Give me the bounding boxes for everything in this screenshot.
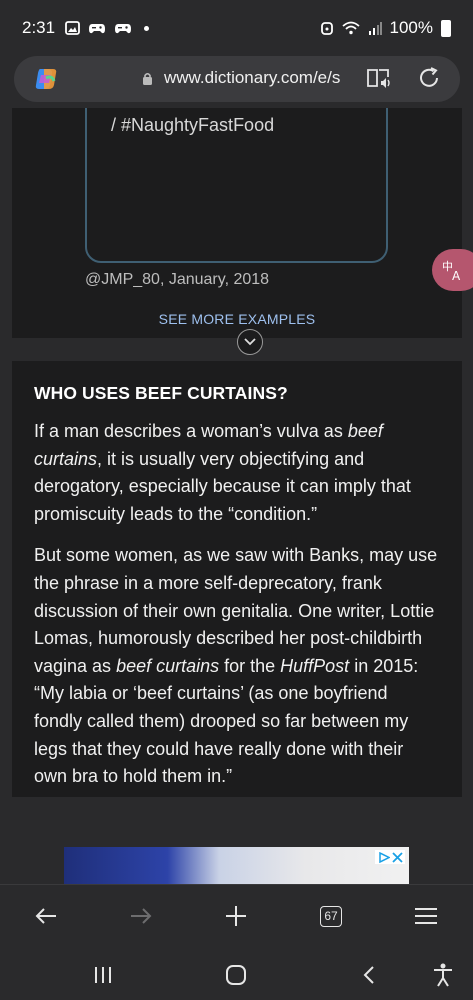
lock-icon (143, 72, 152, 85)
battery-percent: 100% (389, 18, 433, 37)
status-right: 100% (320, 18, 451, 38)
close-icon (391, 851, 403, 863)
copilot-icon[interactable] (32, 65, 60, 93)
back-icon (35, 908, 56, 924)
url-text[interactable]: www.dictionary.com/e/s (164, 68, 360, 88)
recent-apps-button[interactable] (90, 962, 116, 988)
battery-icon (441, 19, 451, 37)
translate-icon: 中A (442, 260, 461, 281)
menu-button[interactable] (411, 901, 441, 931)
adchoices-icon (378, 851, 390, 863)
tabs-button[interactable]: 67 (316, 901, 346, 931)
new-tab-icon (226, 906, 246, 926)
accessibility-icon (434, 963, 452, 987)
back-button[interactable] (31, 901, 61, 931)
accessibility-button[interactable] (430, 962, 456, 988)
browser-address-area: www.dictionary.com/e/s (0, 56, 473, 108)
back-icon (363, 966, 374, 984)
recent-apps-icon (95, 967, 111, 983)
reload-icon[interactable] (416, 65, 442, 91)
menu-icon (415, 908, 437, 924)
forward-button[interactable] (126, 901, 156, 931)
game-controller-icon (115, 24, 132, 34)
who-uses-section: WHO USES BEEF CURTAINS? If a man describ… (12, 361, 462, 797)
see-more-examples-link[interactable]: SEE MORE EXAMPLES (12, 311, 462, 327)
expand-button[interactable] (237, 329, 263, 355)
reader-mode-icon[interactable] (366, 66, 392, 90)
tweet-text: / #NaughtyFastFood (111, 115, 275, 135)
signal-icon (368, 22, 382, 35)
tab-count: 67 (320, 905, 342, 927)
paragraph-2: But some women, as we saw with Banks, ma… (34, 545, 438, 787)
browser-toolbar: 67 (0, 884, 473, 948)
advertisement-banner[interactable] (64, 847, 409, 884)
system-back-button[interactable] (356, 962, 382, 988)
status-time: 2:31 (22, 18, 56, 37)
translate-button[interactable]: 中A (432, 249, 473, 291)
notification-icons (65, 21, 150, 35)
home-icon (226, 965, 246, 985)
alarm-icon (320, 22, 333, 35)
gallery-icon (65, 21, 80, 35)
section-heading: WHO USES BEEF CURTAINS? (34, 383, 288, 403)
examples-card: / #NaughtyFastFood @JMP_80, January, 201… (12, 108, 462, 355)
new-tab-button[interactable] (221, 901, 251, 931)
svg-text:A: A (452, 269, 461, 281)
paragraph-1: If a man describes a woman’s vulva as be… (34, 421, 411, 524)
chevron-down-icon (244, 338, 256, 346)
more-notifications-dot (144, 25, 150, 31)
address-bar[interactable]: www.dictionary.com/e/s (14, 56, 460, 102)
home-button[interactable] (223, 962, 249, 988)
ad-choices[interactable] (375, 850, 405, 864)
tweet-attribution: @JMP_80, January, 2018 (85, 271, 270, 288)
status-bar: 2:31 100% (0, 0, 473, 56)
game-controller-icon (89, 24, 106, 34)
embedded-tweet[interactable]: / #NaughtyFastFood (85, 108, 388, 263)
wifi-icon (341, 21, 360, 35)
web-page: / #NaughtyFastFood @JMP_80, January, 201… (0, 108, 473, 884)
forward-icon (131, 908, 152, 924)
system-navigation-bar (0, 948, 473, 1000)
